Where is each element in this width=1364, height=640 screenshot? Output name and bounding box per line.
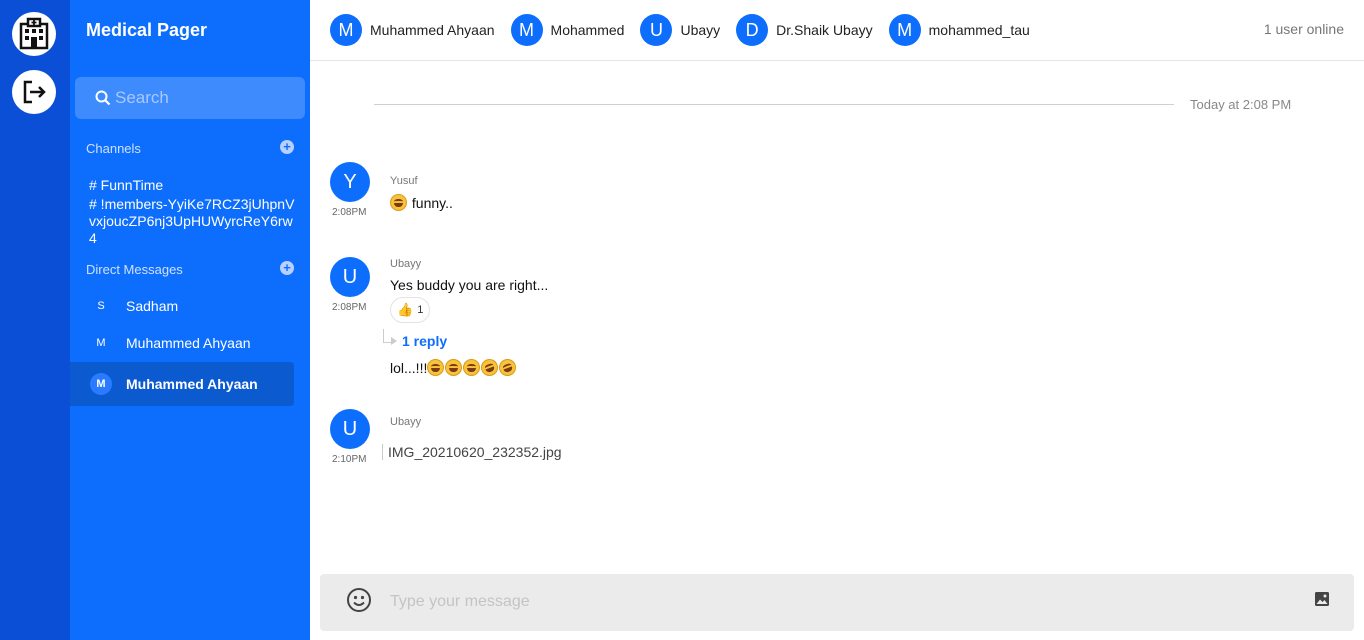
add-icon: + [283,260,291,275]
reply-body: lol...!!! [390,360,428,376]
message-body: funny.. [411,195,453,211]
message-text: funny.. [390,194,453,211]
member-name: Mohammed [550,22,625,38]
emoji-picker-icon[interactable] [346,587,372,613]
message-time: 2:08PM [332,207,367,218]
dm-avatar: M [96,337,106,349]
member-avatar: D [736,14,769,46]
direct-messages-heading: Direct Messages [86,262,183,277]
laughing-emoji-icon [445,359,463,376]
member-avatar: U [640,14,673,46]
message-avatar[interactable]: U [330,257,370,297]
channel-list: # FunnTime # !members-YyiKe7RCZ3jUhpnVvx… [89,177,295,249]
thread-reply-link[interactable]: 1 reply [402,333,447,349]
add-channel-button[interactable]: + [280,140,294,154]
image-upload-icon[interactable] [1314,591,1330,607]
member-avatar: M [888,14,921,46]
thread-arrow-icon [391,337,397,345]
hospital-button[interactable] [12,12,56,56]
member-avatar: M [330,14,362,46]
chat-header: M Muhammed Ahyaan M Mohammed U Ubayy D D… [310,0,1364,61]
chat-panel: M Muhammed Ahyaan M Mohammed U Ubayy D D… [310,0,1364,640]
add-dm-button[interactable]: + [280,261,294,275]
online-status: 1 user online [1263,21,1344,37]
message-time: 2:08PM [332,302,367,313]
message-author: Ubayy [390,258,422,270]
message-avatar[interactable]: U [330,409,370,449]
member-list: M Muhammed Ahyaan M Mohammed U Ubayy D D… [330,13,1030,47]
app-rail [0,0,70,640]
member-mohammed[interactable]: M Mohammed [510,14,625,46]
thumbs-up-icon: 👍 [397,302,414,317]
hospital-icon [19,17,49,50]
date-label: Today at 2:08 PM [1190,97,1292,112]
sidebar: Medical Pager Channels + # FunnTime # !m… [70,0,310,640]
message-author: Ubayy [390,416,422,428]
message-time: 2:10PM [332,454,367,465]
thread-reply-preview: lol...!!! [390,356,519,379]
member-name: Dr.Shaik Ubayy [776,22,873,38]
reaction-thumbs-up[interactable]: 👍 1 [390,297,431,323]
logout-icon [23,80,46,104]
rofl-emoji-icon [496,356,519,379]
channels-heading: Channels [86,141,141,156]
dm-item-muhammed-ahyaan-active[interactable]: M Muhammed Ahyaan [70,362,294,406]
message-composer [320,574,1354,631]
file-attachment-link[interactable]: IMG_20210620_232352.jpg [382,444,562,460]
member-muhammed-ahyaan[interactable]: M Muhammed Ahyaan [330,14,495,46]
channel-item-members[interactable]: # !members-YyiKe7RCZ3jUhpnVvxjoucZP6nj3U… [89,196,295,247]
dm-item-sadham[interactable]: S Sadham [70,288,294,324]
member-dr-shaik-ubayy[interactable]: D Dr.Shaik Ubayy [736,14,873,46]
date-divider [374,104,1174,105]
member-name: Ubayy [680,22,721,38]
member-name: Muhammed Ahyaan [370,22,495,38]
dm-avatar: S [97,300,105,312]
message-body: Yes buddy you are right... [390,277,549,293]
message-avatar[interactable]: Y [330,162,370,202]
dm-name: Muhammed Ahyaan [126,335,251,351]
member-name: mohammed_taufiq [928,22,1030,38]
message-input[interactable] [390,590,1290,614]
search-input[interactable] [115,88,295,108]
laughing-emoji-icon [427,359,445,376]
dm-avatar: M [90,373,112,395]
search-box[interactable] [75,77,305,119]
member-avatar: M [510,14,543,46]
logout-button[interactable] [12,70,56,114]
member-ubayy[interactable]: U Ubayy [640,14,720,46]
dm-name: Muhammed Ahyaan [126,376,258,392]
dm-name: Sadham [126,298,179,314]
laughing-emoji-icon [390,194,407,211]
reaction-count: 1 [417,304,424,316]
search-icon [95,90,111,106]
message-author: Yusuf [390,175,418,187]
app-title: Medical Pager [86,20,208,40]
laughing-emoji-icon [463,359,481,376]
member-mohammed-taufiq[interactable]: M mohammed_taufiq [888,14,1030,46]
channel-item-funntime[interactable]: # FunnTime [89,177,295,194]
add-icon: + [283,139,291,154]
dm-item-muhammed-ahyaan[interactable]: M Muhammed Ahyaan [70,325,294,361]
rofl-emoji-icon [478,356,501,379]
